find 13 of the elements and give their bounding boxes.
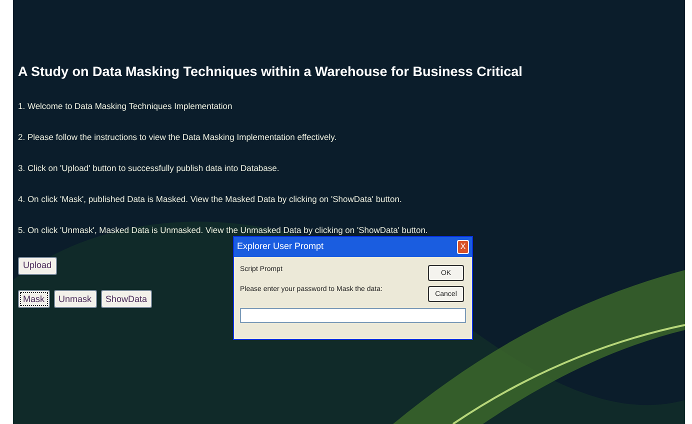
instruction-text: 4. On click 'Mask', published Data is Masked. View the Masked Data by clicking on 'ShowData' button. bbox=[18, 193, 403, 206]
close-button[interactable]: X bbox=[457, 240, 469, 254]
instruction-text: 5. On click 'Unmask', Masked Data is Unmasked. View the Unmasked Data by clicking on 'ShowData' button. bbox=[18, 224, 429, 236]
dialog-title: Explorer User Prompt bbox=[237, 240, 324, 254]
page-button[interactable]: Mask bbox=[18, 290, 50, 308]
page-button[interactable]: ShowData bbox=[100, 290, 152, 308]
instruction-text: 2. Please follow the instructions to view the Data Masking Implementation effectively. bbox=[18, 131, 338, 144]
page-button[interactable]: Unmask bbox=[54, 290, 97, 308]
instruction-text: 3. Click on 'Upload' button to successfully publish data into Database. bbox=[18, 162, 280, 174]
password-field[interactable] bbox=[240, 308, 466, 323]
page-title: A Study on Data Masking Techniques within a Warehouse for Business Critical bbox=[18, 63, 524, 81]
page-button[interactable]: Upload bbox=[18, 256, 57, 275]
instruction-text: 1. Welcome to Data Masking Techniques Implementation bbox=[18, 100, 234, 112]
